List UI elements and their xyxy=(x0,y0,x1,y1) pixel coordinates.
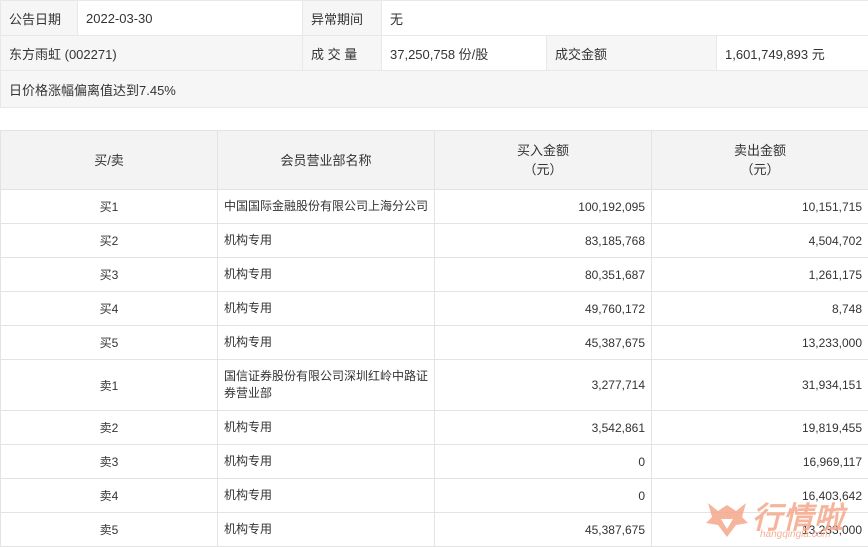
volume-label: 成 交 量 xyxy=(303,36,382,71)
dept-cell: 机构专用 xyxy=(218,292,435,326)
dept-cell: 机构专用 xyxy=(218,513,435,547)
sell-amount-cell: 4,504,702 xyxy=(652,224,868,258)
broker-detail-table: 买/卖 会员营业部名称 买入金额 （元） 卖出金额 （元） 买1 中国国际金融股份有… xyxy=(0,130,868,547)
abnormal-period-label: 异常期间 xyxy=(303,1,382,36)
table-row: 卖5 机构专用 45,387,675 13,233,000 xyxy=(1,513,868,547)
buy-amount-cell: 45,387,675 xyxy=(435,326,652,360)
side-cell: 卖5 xyxy=(1,513,218,547)
table-row: 买3 机构专用 80,351,687 1,261,175 xyxy=(1,258,868,292)
dept-cell: 机构专用 xyxy=(218,326,435,360)
summary-table: 公告日期 2022-03-30 异常期间 无 东方雨虹 (002271) 成 交… xyxy=(0,0,868,108)
abnormal-period-value: 无 xyxy=(382,1,868,36)
side-cell: 买3 xyxy=(1,258,218,292)
table-row: 卖3 机构专用 0 16,969,117 xyxy=(1,445,868,479)
dept-cell: 机构专用 xyxy=(218,224,435,258)
header-buy-line1: 买入金额 xyxy=(517,143,569,158)
dept-cell: 机构专用 xyxy=(218,411,435,445)
side-cell: 买1 xyxy=(1,190,218,224)
sell-amount-cell: 8,748 xyxy=(652,292,868,326)
buy-amount-cell: 0 xyxy=(435,445,652,479)
side-cell: 买4 xyxy=(1,292,218,326)
deviation-note: 日价格涨幅偏离值达到7.45% xyxy=(1,71,868,108)
buy-amount-cell: 100,192,095 xyxy=(435,190,652,224)
buy-amount-cell: 45,387,675 xyxy=(435,513,652,547)
dept-cell: 机构专用 xyxy=(218,258,435,292)
side-cell: 卖3 xyxy=(1,445,218,479)
sell-amount-cell: 16,403,642 xyxy=(652,479,868,513)
table-row: 卖4 机构专用 0 16,403,642 xyxy=(1,479,868,513)
stock-name: 东方雨虹 (002271) xyxy=(1,36,303,71)
sell-amount-cell: 1,261,175 xyxy=(652,258,868,292)
table-row: 卖2 机构专用 3,542,861 19,819,455 xyxy=(1,411,868,445)
table-header-row: 买/卖 会员营业部名称 买入金额 （元） 卖出金额 （元） xyxy=(1,131,868,190)
dept-cell: 国信证券股份有限公司深圳红岭中路证券营业部 xyxy=(218,360,435,411)
header-sell-line1: 卖出金额 xyxy=(734,143,786,158)
header-side: 买/卖 xyxy=(1,131,218,190)
side-cell: 卖4 xyxy=(1,479,218,513)
side-cell: 卖1 xyxy=(1,360,218,411)
table-row: 买5 机构专用 45,387,675 13,233,000 xyxy=(1,326,868,360)
summary-row-trade: 东方雨虹 (002271) 成 交 量 37,250,758 份/股 成交金额 … xyxy=(1,36,868,71)
sell-amount-cell: 13,233,000 xyxy=(652,513,868,547)
buy-amount-cell: 49,760,172 xyxy=(435,292,652,326)
table-row: 买2 机构专用 83,185,768 4,504,702 xyxy=(1,224,868,258)
buy-amount-cell: 0 xyxy=(435,479,652,513)
summary-row-note: 日价格涨幅偏离值达到7.45% xyxy=(1,71,868,108)
sell-amount-cell: 13,233,000 xyxy=(652,326,868,360)
header-sell-amount: 卖出金额 （元） xyxy=(652,131,868,190)
amount-label: 成交金额 xyxy=(547,36,717,71)
dept-cell: 中国国际金融股份有限公司上海分公司 xyxy=(218,190,435,224)
side-cell: 买2 xyxy=(1,224,218,258)
amount-value: 1,601,749,893 元 xyxy=(717,36,868,71)
buy-amount-cell: 80,351,687 xyxy=(435,258,652,292)
header-buy-amount: 买入金额 （元） xyxy=(435,131,652,190)
sell-amount-cell: 19,819,455 xyxy=(652,411,868,445)
buy-amount-cell: 3,277,714 xyxy=(435,360,652,411)
side-cell: 买5 xyxy=(1,326,218,360)
volume-value: 37,250,758 份/股 xyxy=(382,36,547,71)
sell-amount-cell: 31,934,151 xyxy=(652,360,868,411)
announce-date-label: 公告日期 xyxy=(1,1,78,36)
announce-date-value: 2022-03-30 xyxy=(78,1,303,36)
header-sell-line2: （元） xyxy=(740,162,779,177)
sell-amount-cell: 10,151,715 xyxy=(652,190,868,224)
dept-cell: 机构专用 xyxy=(218,445,435,479)
sell-amount-cell: 16,969,117 xyxy=(652,445,868,479)
summary-row-date: 公告日期 2022-03-30 异常期间 无 xyxy=(1,1,868,36)
buy-amount-cell: 83,185,768 xyxy=(435,224,652,258)
dept-cell: 机构专用 xyxy=(218,479,435,513)
header-buy-line2: （元） xyxy=(523,162,562,177)
table-row: 买1 中国国际金融股份有限公司上海分公司 100,192,095 10,151,… xyxy=(1,190,868,224)
side-cell: 卖2 xyxy=(1,411,218,445)
table-row: 卖1 国信证券股份有限公司深圳红岭中路证券营业部 3,277,714 31,93… xyxy=(1,360,868,411)
table-body: 买1 中国国际金融股份有限公司上海分公司 100,192,095 10,151,… xyxy=(1,190,868,547)
table-row: 买4 机构专用 49,760,172 8,748 xyxy=(1,292,868,326)
buy-amount-cell: 3,542,861 xyxy=(435,411,652,445)
header-dept: 会员营业部名称 xyxy=(218,131,435,190)
